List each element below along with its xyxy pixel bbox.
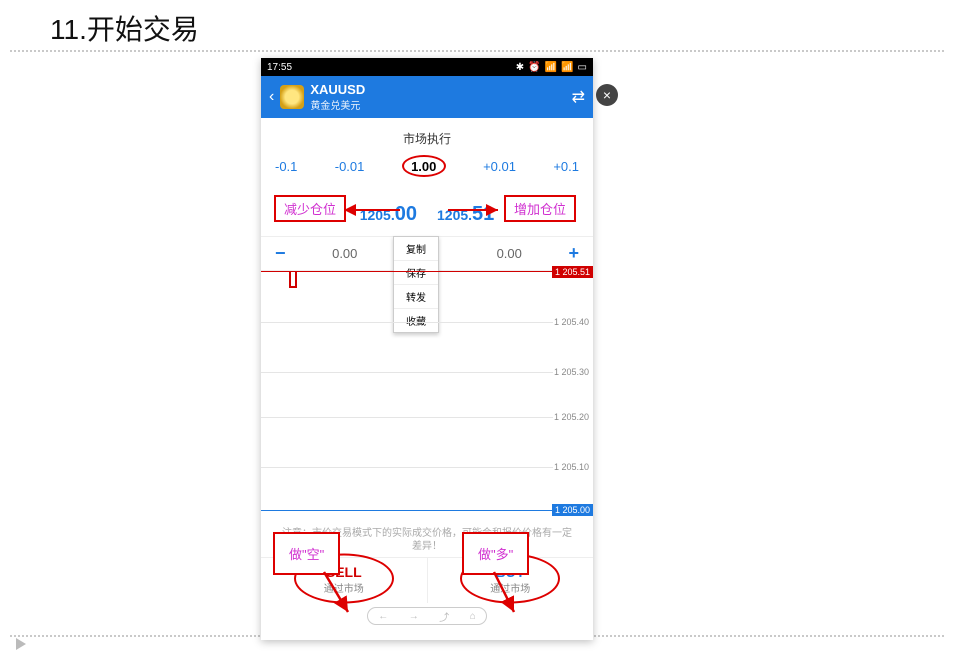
status-time: 17:55 [267, 62, 292, 73]
nav-share-icon[interactable]: ⤴ [439, 609, 449, 624]
sl-minus[interactable]: − [275, 243, 286, 264]
chart-level-3: 1 205.20 [554, 412, 589, 422]
symbol-icon [280, 85, 304, 109]
bid-price: 1205.00 [360, 203, 417, 226]
price-tag-bid: 1 205.00 [552, 504, 593, 516]
lot-inc-small[interactable]: +0.01 [483, 159, 516, 174]
bluetooth-icon: ✱ [516, 62, 524, 73]
symbol-name: 黄金兑美元 [310, 97, 365, 112]
lot-dec-large[interactable]: -0.1 [275, 159, 297, 174]
tp-value[interactable]: 0.00 [497, 246, 522, 261]
nav-forward-icon[interactable]: → [409, 611, 419, 622]
alarm-icon: ⏰ [528, 62, 540, 73]
back-icon[interactable]: ‹ [269, 88, 274, 106]
ask-whole: 1205. [437, 207, 472, 223]
chart-level-2: 1 205.30 [554, 367, 589, 377]
section-title-text: 开始交易 [87, 14, 199, 45]
divider-top [10, 50, 944, 52]
symbol-code: XAUUSD [310, 82, 365, 97]
chart-area: 1 205.51 1 205.40 1 205.30 1 205.20 1 20… [261, 271, 593, 521]
bid-frac: 00 [395, 203, 417, 225]
nav-home-icon[interactable]: ⌂ [470, 611, 476, 622]
play-marker-icon [16, 638, 26, 650]
chart-spike [289, 272, 297, 288]
app-header: ‹ XAUUSD 黄金兑美元 ⇄ [261, 76, 593, 118]
ask-price: 1205.51 [437, 203, 494, 226]
price-tag-ask: 1 205.51 [552, 266, 593, 278]
buy-sub: 通过市场 [428, 580, 594, 595]
close-icon[interactable]: × [596, 84, 618, 106]
execution-type[interactable]: 市场执行 [261, 130, 593, 147]
status-bar: 17:55 ✱ ⏰ 📶 📶 ▭ [261, 58, 593, 76]
tp-plus[interactable]: + [568, 243, 579, 264]
chart-bid-line [261, 510, 553, 511]
annotation-go-short: 做"空" [273, 532, 340, 575]
slide-title: 11.开始交易 [50, 8, 199, 48]
section-number: 11. [50, 14, 87, 45]
swap-icon[interactable]: ⇄ [572, 87, 585, 107]
bid-whole: 1205. [360, 207, 395, 223]
chart-level-1: 1 205.40 [554, 317, 589, 327]
annotation-increase-position: 增加仓位 [504, 195, 576, 222]
nav-back-icon[interactable]: ← [378, 611, 388, 622]
battery-icon: ▭ [578, 62, 587, 73]
ask-frac: 51 [472, 203, 494, 225]
nav-pill: ← → ⤴ ⌂ [367, 607, 487, 625]
sl-value[interactable]: 0.00 [332, 246, 357, 261]
chart-level-4: 1 205.10 [554, 462, 589, 472]
annotation-go-long: 做"多" [462, 532, 529, 575]
sell-sub: 通过市场 [261, 580, 427, 595]
menu-copy[interactable]: 复制 [394, 237, 438, 261]
lot-value[interactable]: 1.00 [402, 155, 446, 177]
signal-icon: 📶 [561, 62, 573, 73]
lot-dec-small[interactable]: -0.01 [335, 159, 365, 174]
annotation-reduce-position: 减少仓位 [274, 195, 346, 222]
lot-row: -0.1 -0.01 1.00 +0.01 +0.1 [261, 147, 593, 183]
lot-inc-large[interactable]: +0.1 [553, 159, 579, 174]
symbol-block: XAUUSD 黄金兑美元 [310, 82, 365, 112]
wifi-icon: 📶 [545, 62, 557, 73]
status-icons: ✱ ⏰ 📶 📶 ▭ [516, 62, 587, 73]
